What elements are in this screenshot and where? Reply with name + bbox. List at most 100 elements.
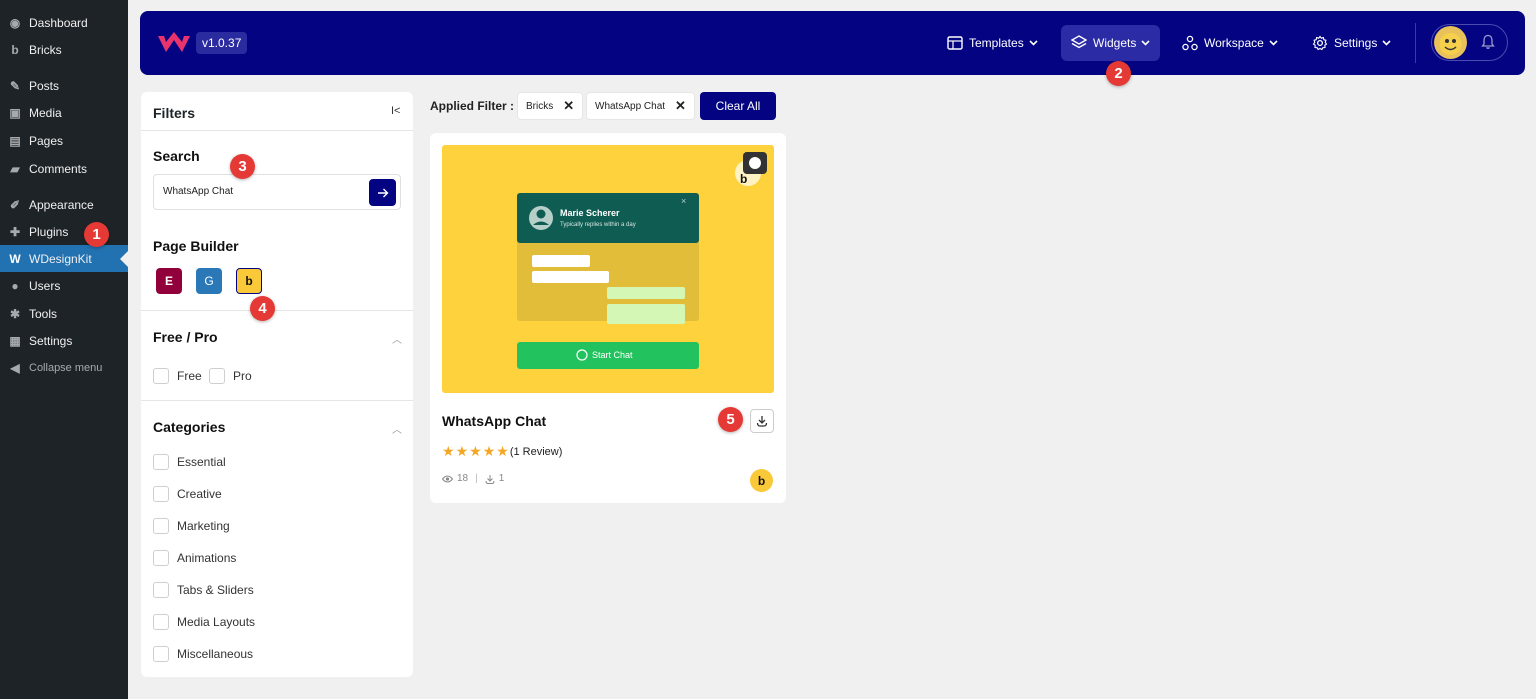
wp-admin-sidebar: ◉ Dashboard b Bricks ✎ Posts ▣ Media ▤ Pages …	[0, 0, 128, 699]
wp-menu-comments[interactable]: ▰ Comments	[0, 155, 128, 182]
chevron-up-icon[interactable]: ︿	[392, 421, 402, 436]
checkbox[interactable]	[153, 582, 169, 598]
checkbox-label: Marketing	[177, 519, 230, 533]
wp-menu-label: Plugins	[29, 224, 69, 239]
wp-menu-label: Media	[29, 105, 62, 120]
filter-free[interactable]: Free	[153, 368, 202, 384]
download-count-icon	[485, 474, 495, 484]
widget-preview-image[interactable]: Marie Scherer Typically replies within a…	[442, 145, 774, 393]
bell-icon[interactable]	[1481, 34, 1495, 50]
wp-menu-users[interactable]: ● Users	[0, 272, 128, 299]
search-section-title: Search	[153, 148, 200, 164]
free-pro-title: Free / Pro	[153, 329, 218, 345]
star-icon: ★	[482, 443, 496, 459]
checkbox[interactable]	[153, 368, 169, 384]
wdesignkit-icon: W	[9, 251, 21, 266]
checkbox-label: Miscellaneous	[177, 647, 254, 661]
widget-title[interactable]: WhatsApp Chat	[442, 413, 546, 429]
wp-menu-appearance[interactable]: ✐ Appearance	[0, 191, 128, 218]
checkbox-label: Essential	[177, 455, 226, 469]
search-input[interactable]: WhatsApp Chat	[153, 174, 401, 210]
chevron-up-icon[interactable]: ︿	[392, 331, 402, 346]
wdesignkit-logo-icon[interactable]	[156, 30, 192, 56]
wp-menu-label: Comments	[29, 161, 88, 176]
close-icon[interactable]: ✕	[675, 98, 686, 114]
wrench-icon: ✱	[9, 306, 21, 321]
category-creative[interactable]: Creative	[153, 486, 222, 502]
collapse-icon: ◀	[10, 360, 20, 375]
nav-templates[interactable]: Templates	[937, 25, 1048, 61]
annotation-badge-5: 5	[718, 407, 743, 432]
wp-menu-label: Users	[29, 278, 61, 293]
filter-pro[interactable]: Pro	[209, 368, 252, 384]
preview-contact-subtitle: Typically replies within a day	[560, 222, 636, 228]
checkbox-label: Creative	[177, 487, 222, 501]
download-button[interactable]	[750, 409, 774, 433]
downloads-count: 1	[498, 473, 505, 484]
nav-settings-label: Settings	[1334, 36, 1378, 50]
annotation-badge-2: 2	[1106, 61, 1131, 86]
search-submit-button[interactable]	[369, 179, 396, 206]
checkbox-label: Media Layouts	[177, 615, 256, 629]
category-essential[interactable]: Essential	[153, 454, 226, 470]
user-menu[interactable]	[1431, 24, 1508, 61]
clear-all-button[interactable]: Clear All	[700, 92, 776, 120]
comments-icon: ▰	[10, 161, 20, 176]
checkbox[interactable]	[153, 614, 169, 630]
workspace-icon	[1182, 35, 1198, 51]
chip-label: WhatsApp Chat	[595, 100, 666, 112]
bricks-builder-icon[interactable]: b	[236, 268, 262, 294]
checkbox[interactable]	[153, 646, 169, 662]
gutenberg-icon[interactable]: G	[196, 268, 222, 294]
star-icon: ★	[469, 443, 482, 459]
nav-workspace[interactable]: Workspace	[1172, 25, 1288, 61]
version-badge: v1.0.37	[196, 32, 248, 54]
pages-icon: ▤	[9, 133, 21, 148]
category-tabs-sliders[interactable]: Tabs & Sliders	[153, 582, 254, 598]
wp-menu-wdesignkit[interactable]: W WDesignKit	[0, 245, 128, 272]
wp-menu-posts[interactable]: ✎ Posts	[0, 72, 128, 99]
wp-menu-pages[interactable]: ▤ Pages	[0, 127, 128, 154]
category-miscellaneous[interactable]: Miscellaneous	[153, 646, 253, 662]
stats-separator: |	[475, 473, 478, 484]
annotation-badge-1: 1	[84, 222, 109, 247]
category-media-layouts[interactable]: Media Layouts	[153, 614, 255, 630]
review-count: (1 Review)	[509, 445, 563, 458]
collapse-filters-icon[interactable]: I<	[391, 105, 400, 117]
category-animations[interactable]: Animations	[153, 550, 236, 566]
elementor-icon[interactable]: E	[156, 268, 182, 294]
wp-menu-settings[interactable]: ▦ Settings	[0, 327, 128, 354]
nav-settings[interactable]: Settings	[1302, 25, 1401, 61]
nav-widgets[interactable]: Widgets	[1061, 25, 1161, 61]
filters-panel: Filters I< Search WhatsApp Chat Page Bui…	[141, 92, 413, 677]
wp-menu-dashboard[interactable]: ◉ Dashboard	[0, 9, 128, 36]
wp-menu-collapse[interactable]: ◀ Collapse menu	[0, 354, 128, 381]
eye-icon	[442, 475, 453, 482]
arrow-right-icon	[377, 188, 388, 197]
avatar[interactable]	[1434, 26, 1467, 59]
wp-menu-media[interactable]: ▣ Media	[0, 99, 128, 126]
annotation-badge-4: 4	[250, 296, 275, 321]
widget-card[interactable]: Marie Scherer Typically replies within a…	[430, 133, 786, 503]
checkbox-label: Tabs & Sliders	[177, 583, 254, 597]
categories-title: Categories	[153, 419, 226, 435]
wp-menu-bricks[interactable]: b Bricks	[0, 36, 128, 63]
app-header: v1.0.37 Templates Widgets Workspace Sett…	[140, 11, 1525, 75]
close-icon[interactable]: ✕	[563, 98, 574, 114]
checkbox[interactable]	[153, 454, 169, 470]
star-icon: ★	[455, 443, 469, 459]
checkbox[interactable]	[209, 368, 225, 384]
checkbox[interactable]	[153, 550, 169, 566]
chevron-down-icon	[1382, 40, 1391, 46]
pin-icon: ✎	[9, 78, 21, 93]
nav-widgets-label: Widgets	[1093, 36, 1137, 50]
category-marketing[interactable]: Marketing	[153, 518, 230, 534]
chevron-down-icon	[1269, 40, 1278, 46]
checkbox[interactable]	[153, 518, 169, 534]
filter-chip-bricks: Bricks ✕	[517, 92, 584, 120]
wp-menu-label: Bricks	[29, 42, 62, 57]
checkbox[interactable]	[153, 486, 169, 502]
checkbox-label: Pro	[233, 369, 252, 383]
wp-menu-tools[interactable]: ✱ Tools	[0, 300, 128, 327]
header-divider	[1415, 23, 1416, 63]
